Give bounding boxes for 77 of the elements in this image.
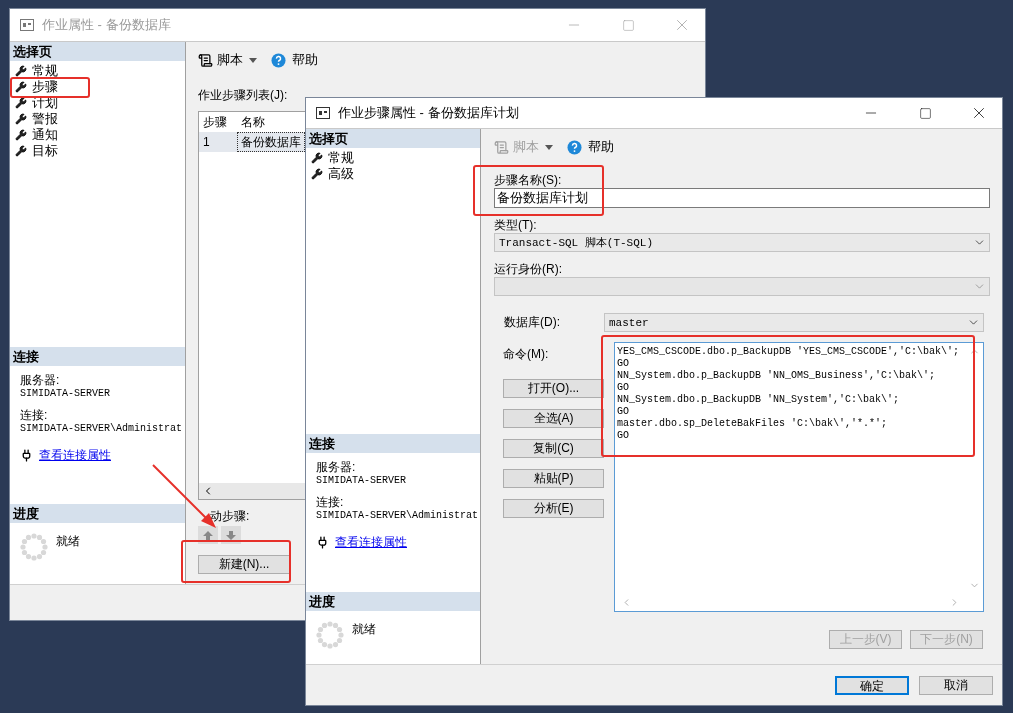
connection-properties-link[interactable]: 查看连接属性 (335, 534, 407, 551)
wrench-icon (15, 65, 27, 77)
wrench-icon (15, 145, 27, 157)
dialog-button[interactable]: 确定 (835, 675, 909, 695)
connection-properties-link[interactable]: 查看连接属性 (39, 447, 111, 464)
info-value: SIMIDATA-SERVER (316, 474, 406, 487)
help-button[interactable]: 帮助 (588, 138, 614, 156)
page-item[interactable]: 常规 (32, 62, 58, 80)
plug-icon (20, 449, 33, 462)
dropdown-value: master (609, 316, 649, 329)
spinner-icon (20, 533, 48, 561)
script-icon (494, 139, 509, 155)
field-label: 运行身份(R): (494, 262, 562, 277)
window-icon (20, 19, 34, 31)
section-header: 进度 (10, 504, 185, 523)
wrench-icon (311, 152, 323, 164)
section-header: 连接 (10, 347, 185, 366)
dropdown-value: Transact-SQL 脚本(T-SQL) (499, 236, 654, 250)
status-text: 就绪 (56, 533, 80, 550)
table-row[interactable]: 1 备份数据库 (199, 132, 305, 152)
new-step-button[interactable]: 新建(N)... (198, 555, 290, 574)
dropdown-caret-icon (249, 57, 257, 63)
info-label: 服务器: (20, 374, 61, 387)
dialog-button[interactable]: 取消 (919, 675, 993, 695)
help-icon (567, 139, 582, 155)
command-button[interactable]: 粘贴(P) (503, 469, 604, 488)
field-label: 命令(M): (503, 346, 550, 363)
section-header: 选择页 (306, 129, 480, 148)
spinner-icon (316, 621, 344, 649)
wrench-icon (311, 168, 323, 180)
command-button[interactable]: 分析(E) (503, 499, 604, 518)
step-name-field[interactable]: 备份数据库计划 (494, 188, 990, 208)
info-value: SIMIDATA-SERVER\Administrat (20, 422, 183, 435)
window-title: 作业属性 - 备份数据库 (42, 16, 172, 34)
info-value: SIMIDATA-SERVER\Administrat (316, 509, 479, 522)
field-label: 动步骤: (209, 509, 250, 524)
field-label: 作业步骤列表(J): (198, 88, 288, 103)
type-dropdown[interactable]: Transact-SQL 脚本(T-SQL) (494, 233, 990, 252)
section-header: 进度 (306, 592, 480, 611)
field-label: 数据库(D): (503, 314, 561, 331)
plug-icon (316, 536, 329, 549)
script-button[interactable]: 脚本 (198, 51, 243, 69)
wrench-icon (15, 81, 27, 93)
wrench-icon (15, 129, 27, 141)
column-header[interactable]: 名称 (237, 112, 305, 132)
info-label: 连接: (20, 409, 49, 422)
info-value: SIMIDATA-SERVER (20, 387, 110, 400)
page-item[interactable]: 目标 (32, 142, 58, 160)
page-item[interactable]: 高级 (328, 165, 354, 183)
script-icon (198, 52, 213, 68)
status-text: 就绪 (352, 621, 376, 638)
field-label: 步骤名称(S): (494, 173, 562, 188)
wrench-icon (15, 113, 27, 125)
page-item[interactable]: 警报 (32, 110, 58, 128)
command-button[interactable]: 打开(O)... (503, 379, 604, 398)
database-dropdown[interactable]: master (604, 313, 984, 332)
help-icon (271, 52, 286, 68)
command-button[interactable]: 复制(C) (503, 439, 604, 458)
page-item[interactable]: 通知 (32, 126, 58, 144)
page-item[interactable]: 步骤 (32, 78, 58, 96)
window-title: 作业步骤属性 - 备份数据库计划 (338, 104, 520, 122)
info-label: 连接: (316, 496, 345, 509)
dropdown-caret-icon (545, 144, 553, 150)
section-header: 连接 (306, 434, 480, 453)
section-header: 选择页 (10, 42, 185, 61)
wrench-icon (15, 97, 27, 109)
column-header[interactable]: 步骤 (199, 112, 237, 132)
table-cell-text: 1 (202, 134, 211, 151)
help-button[interactable]: 帮助 (292, 51, 318, 69)
page-item[interactable]: 常规 (328, 149, 354, 167)
arrow-up-icon (203, 530, 213, 540)
window-icon (316, 107, 330, 119)
command-button[interactable]: 全选(A) (503, 409, 604, 428)
arrow-down-icon (226, 530, 236, 540)
command-field[interactable]: YES_CMS_CSCODE.dbo.p_BackupDB 'YES_CMS_CSCODE','C:\bak\'; GO NN_System.dbo.p_BackupDB 'NN_OMS_Business','C:\bak\'; GO NN_System.dbo.p_BackupDB 'NN_System','C:\bak\'; GO master.dbo.sp_DeleteBakFiles 'C:\bak\','*.*'; GO (614, 342, 984, 612)
field-label: 类型(T): (494, 218, 537, 233)
info-label: 服务器: (316, 461, 357, 474)
